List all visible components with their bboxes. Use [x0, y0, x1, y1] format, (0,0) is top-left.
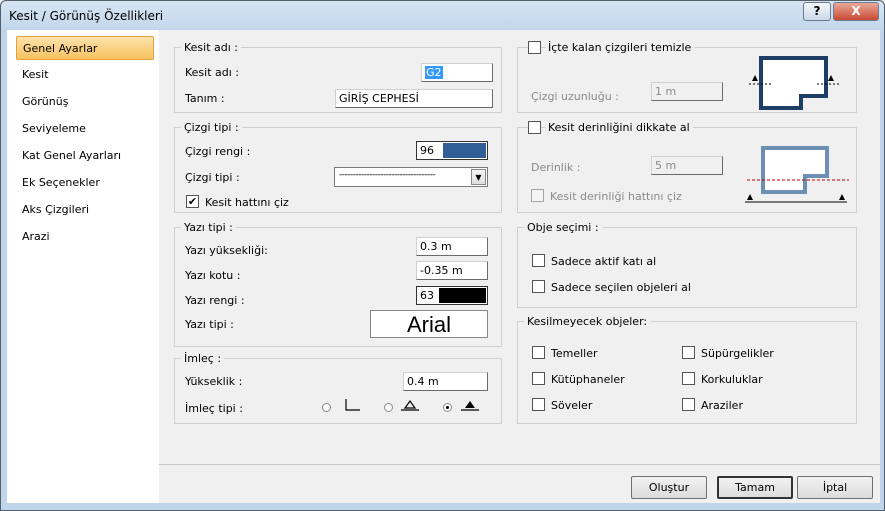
chevron-down-icon[interactable]: ▼: [471, 169, 486, 185]
yazi-tipi-group: Yazı tipi : Yazı yüksekliği: 0.3 m Yazı …: [174, 221, 502, 347]
depth-preview-icon: [745, 146, 849, 203]
kesit-derinligi-hatti-label: Kesit derinliği hattını çiz: [550, 190, 682, 203]
yazi-yuksekligi-input[interactable]: 0.3 m: [416, 237, 488, 256]
cursor-filled-triangle-icon: [461, 401, 479, 411]
tanim-label: Tanım :: [185, 92, 225, 105]
araziler-checkbox[interactable]: [682, 398, 695, 411]
soveler-checkbox[interactable]: [532, 398, 545, 411]
obje-secimi-group: Obje seçimi : Sadece aktif katı al Sadec…: [517, 221, 857, 308]
derinlik-input[interactable]: 5 m: [651, 156, 723, 175]
sidebar-item-arazi[interactable]: Arazi: [16, 225, 154, 249]
yazi-rengi-picker[interactable]: 63: [416, 286, 488, 305]
yazi-rengi-swatch: [439, 288, 486, 303]
tanim-input[interactable]: GİRİŞ CEPHESİ: [335, 89, 493, 108]
yazi-tipi-label: Yazı tipi :: [185, 318, 234, 331]
close-button[interactable]: X: [833, 2, 879, 21]
cizgi-rengi-picker[interactable]: 96: [416, 141, 488, 160]
yazi-rengi-label: Yazı rengi :: [185, 294, 245, 307]
kesit-adi-legend: Kesit adı :: [181, 41, 242, 54]
kesit-adi-input[interactable]: G2: [421, 63, 493, 82]
dialog-client: Genel Ayarlar Kesit Görünüş Seviyeleme K…: [7, 30, 880, 504]
kesit-adi-value: G2: [425, 66, 443, 79]
temeller-checkbox[interactable]: [532, 346, 545, 359]
sidebar-item-genel-ayarlar[interactable]: Genel Ayarlar: [16, 36, 154, 60]
imlec-group: İmleç : Yükseklik : 0.4 m İmleç tipi :: [174, 352, 502, 424]
yazi-tipi-legend: Yazı tipi :: [181, 221, 236, 234]
sidebar-item-seviyeleme[interactable]: Seviyeleme: [16, 117, 154, 141]
dialog-window: Kesit / Görünüş Özellikleri ? X Genel Ay…: [0, 0, 885, 511]
yazi-rengi-value: 63: [420, 289, 434, 302]
cizgi-tipi-legend: Çizgi tipi :: [181, 121, 242, 134]
sadece-aktif-kat-checkbox[interactable]: [532, 254, 545, 267]
cizgi-uzunlugu-label: Çizgi uzunluğu :: [531, 90, 619, 103]
yazi-yuksekligi-label: Yazı yüksekliği:: [185, 244, 268, 257]
derinlik-label: Derinlik :: [531, 161, 581, 174]
title-bar: Kesit / Görünüş Özellikleri ? X: [1, 1, 884, 29]
imlec-tipi-radio-2[interactable]: [384, 403, 393, 412]
cizgi-rengi-label: Çizgi rengi :: [185, 145, 251, 158]
window-title: Kesit / Görünüş Özellikleri: [9, 9, 164, 23]
icte-kalan-group: İçte kalan çizgileri temizle Çizgi uzunl…: [517, 41, 857, 113]
sadece-secilen-objeler-label: Sadece seçilen objeleri al: [551, 281, 691, 294]
kutuphaneler-label: Kütüphaneler: [551, 373, 625, 386]
sidebar-item-gorunus[interactable]: Görünüş: [16, 90, 154, 114]
imlec-yukseklik-input[interactable]: 0.4 m: [403, 372, 488, 391]
cizgi-tipi-select[interactable]: ----------------------------------- ▼: [334, 167, 488, 187]
soveler-label: Söveler: [551, 399, 593, 412]
kesit-adi-group: Kesit adı : Kesit adı : G2 Tanım : GİRİŞ…: [174, 41, 502, 113]
kesit-derinligi-label: Kesit derinliğini dikkate al: [545, 121, 693, 134]
cursor-outline-triangle-icon: [401, 399, 419, 411]
kesilmeyecek-objeler-group: Kesilmeyecek objeler: Temeller Süpürgeli…: [517, 315, 857, 424]
icte-kalan-label: İçte kalan çizgileri temizle: [545, 41, 695, 54]
tamam-button[interactable]: Tamam: [717, 476, 793, 499]
cizgi-uzunlugu-input[interactable]: 1 m: [651, 82, 723, 101]
sadece-aktif-kat-label: Sadece aktif katı al: [551, 255, 657, 268]
araziler-label: Araziler: [701, 399, 743, 412]
supurgelikler-checkbox[interactable]: [682, 346, 695, 359]
kesit-derinligi-group: Kesit derinliğini dikkate al Derinlik : …: [517, 121, 857, 213]
kesit-hatti-label: Kesit hattını çiz: [205, 196, 289, 209]
cizgi-rengi-value: 96: [420, 144, 434, 157]
kesit-derinligi-hatti-checkbox[interactable]: [531, 189, 544, 202]
sadece-secilen-objeler-checkbox[interactable]: [532, 280, 545, 293]
sidebar-item-ek-secenekler[interactable]: Ek Seçenekler: [16, 171, 154, 195]
sidebar-item-kat-genel-ayarlari[interactable]: Kat Genel Ayarları: [16, 144, 154, 168]
kesilmeyecek-legend: Kesilmeyecek objeler:: [524, 315, 651, 328]
supurgelikler-label: Süpürgelikler: [701, 347, 774, 360]
icte-kalan-checkbox[interactable]: [528, 41, 541, 54]
kutuphaneler-checkbox[interactable]: [532, 372, 545, 385]
kesit-derinligi-checkbox[interactable]: [528, 121, 541, 134]
sidebar-item-kesit[interactable]: Kesit: [16, 63, 154, 87]
olustur-button[interactable]: Oluştur: [631, 476, 707, 499]
cizgi-tipi-value: -----------------------------------: [339, 170, 436, 180]
sidebar-item-aks-cizgileri[interactable]: Aks Çizgileri: [16, 198, 154, 222]
iptal-button[interactable]: İptal: [797, 476, 873, 499]
section-plan-preview-icon: [749, 56, 839, 110]
footer-divider: [159, 464, 880, 465]
obje-secimi-legend: Obje seçimi :: [524, 221, 602, 234]
kesit-adi-label: Kesit adı :: [185, 66, 240, 79]
imlec-legend: İmleç :: [181, 352, 225, 365]
cizgi-tipi-label: Çizgi tipi :: [185, 171, 240, 184]
imlec-tipi-label: İmleç tipi :: [185, 402, 243, 415]
korkuluklar-checkbox[interactable]: [682, 372, 695, 385]
sidebar: Genel Ayarlar Kesit Görünüş Seviyeleme K…: [7, 30, 159, 504]
cizgi-rengi-swatch: [443, 143, 486, 158]
yazi-kotu-input[interactable]: -0.35 m: [416, 261, 488, 280]
kesit-hatti-checkbox[interactable]: ✔: [186, 195, 199, 208]
cizgi-tipi-group: Çizgi tipi : Çizgi rengi : 96 Çizgi tipi…: [174, 121, 502, 213]
yazi-kotu-label: Yazı kotu :: [185, 269, 241, 282]
cursor-line-icon: [345, 399, 360, 411]
imlec-yukseklik-label: Yükseklik :: [185, 375, 243, 388]
help-button[interactable]: ?: [803, 2, 831, 21]
yazi-tipi-font-button[interactable]: Arial: [370, 310, 488, 338]
korkuluklar-label: Korkuluklar: [701, 373, 763, 386]
window-bottom-frame: [7, 503, 880, 509]
imlec-tipi-radio-3[interactable]: [443, 403, 452, 412]
imlec-tipi-radio-1[interactable]: [322, 403, 331, 412]
temeller-label: Temeller: [551, 347, 598, 360]
